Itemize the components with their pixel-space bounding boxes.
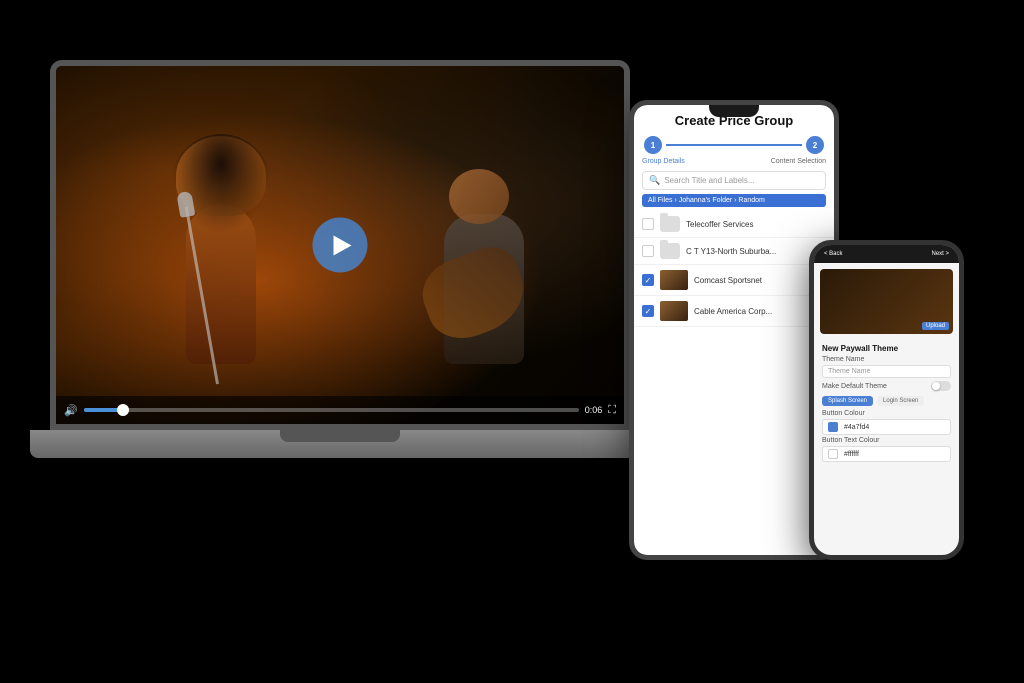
item-1-text: C T Y13-North Suburba... xyxy=(686,247,776,256)
theme-name-input[interactable]: Theme Name xyxy=(822,365,951,378)
tablet-notch xyxy=(709,105,759,117)
checkbox-0[interactable] xyxy=(642,218,654,230)
theme-name-label: Theme Name xyxy=(814,355,959,364)
laptop-screen-outer: 🔊 0:06 ⛶ xyxy=(50,60,630,430)
button-text-color-label: Button Text Colour xyxy=(814,436,959,445)
make-default-label: Make Default Theme xyxy=(822,383,887,390)
checkbox-3[interactable]: ✓ xyxy=(642,305,654,317)
upload-label[interactable]: Upload xyxy=(922,322,949,330)
fullscreen-icon[interactable]: ⛶ xyxy=(608,404,616,417)
steps-indicator: 1 2 xyxy=(634,132,834,158)
step-1-circle: 1 xyxy=(644,136,662,154)
checkbox-2[interactable]: ✓ xyxy=(642,274,654,286)
back-label[interactable]: < Back xyxy=(824,251,843,257)
search-placeholder: Search Title and Labels... xyxy=(664,176,754,185)
video-thumbnail-3 xyxy=(660,301,688,321)
list-item[interactable]: ✓ Cable America Corp... xyxy=(634,296,834,327)
phone-thumbnail-area: Upload xyxy=(820,269,953,334)
video-content: 🔊 0:06 ⛶ xyxy=(56,66,624,424)
progress-bar[interactable] xyxy=(84,408,579,412)
step-labels: Group Details Content Selection xyxy=(634,158,834,169)
folder-icon xyxy=(660,216,680,232)
search-icon: 🔍 xyxy=(649,175,660,186)
progress-dot xyxy=(117,404,129,416)
list-item[interactable]: C T Y13-North Suburba... xyxy=(634,238,834,265)
item-3-text: Cable America Corp... xyxy=(694,307,772,316)
button-color-text: #4a7fd4 xyxy=(844,424,869,431)
video-thumbnail-2 xyxy=(660,270,688,290)
laptop-device: 🔊 0:06 ⛶ xyxy=(50,60,630,480)
make-default-row: Make Default Theme xyxy=(814,379,959,393)
singer-figure xyxy=(156,144,286,364)
checkbox-1[interactable] xyxy=(642,245,654,257)
guitarist-head xyxy=(449,169,509,224)
search-bar[interactable]: 🔍 Search Title and Labels... xyxy=(642,171,826,190)
laptop-notch xyxy=(280,430,400,442)
make-default-toggle[interactable] xyxy=(931,381,951,391)
new-paywall-theme-title: New Paywall Theme xyxy=(814,340,959,355)
splash-screen-tab[interactable]: Splash Screen xyxy=(822,396,873,406)
item-0-text: Telecoffer Services xyxy=(686,220,753,229)
next-label[interactable]: Next > xyxy=(931,251,949,257)
phone-device: < Back Next > Upload New Paywall Theme T… xyxy=(809,240,964,560)
button-color-swatch xyxy=(828,422,838,432)
checkmark-icon: ✓ xyxy=(645,307,652,316)
phone-notch xyxy=(862,245,912,257)
login-screen-tab[interactable]: Login Screen xyxy=(877,396,924,406)
video-controls: 🔊 0:06 ⛶ xyxy=(56,396,624,424)
main-scene: 🔊 0:06 ⛶ Create Price Group xyxy=(0,0,1024,683)
laptop-base xyxy=(30,430,650,458)
folder-icon xyxy=(660,243,680,259)
tablet-device: Create Price Group 1 2 Group Details Con… xyxy=(629,100,839,560)
phone-screen: < Back Next > Upload New Paywall Theme T… xyxy=(814,245,959,555)
button-text-color-value: #ffffff xyxy=(822,446,951,462)
item-2-text: Comcast Sportsnet xyxy=(694,276,762,285)
button-text-color-swatch xyxy=(828,449,838,459)
step-2-label: Content Selection xyxy=(771,158,826,165)
button-color-label: Button Colour xyxy=(814,409,959,418)
step-line xyxy=(666,144,802,146)
toggle-knob xyxy=(932,382,940,390)
volume-icon[interactable]: 🔊 xyxy=(64,404,78,417)
button-text-color-text: #ffffff xyxy=(844,451,859,458)
play-button[interactable] xyxy=(313,218,368,273)
screen-tabs: Splash Screen Login Screen xyxy=(814,393,959,409)
list-item[interactable]: Telecoffer Services xyxy=(634,211,834,238)
step-2-circle: 2 xyxy=(806,136,824,154)
step-1-label: Group Details xyxy=(642,158,685,165)
guitarist-figure xyxy=(424,164,544,364)
time-display: 0:06 xyxy=(585,405,603,415)
laptop-screen-inner: 🔊 0:06 ⛶ xyxy=(56,66,624,424)
list-item[interactable]: ✓ Comcast Sportsnet xyxy=(634,265,834,296)
breadcrumb: All Files › Johanna's Folder › Random xyxy=(642,194,826,207)
checkmark-icon: ✓ xyxy=(645,276,652,285)
play-icon xyxy=(333,235,351,255)
button-color-value: #4a7fd4 xyxy=(822,419,951,435)
tablet-screen: Create Price Group 1 2 Group Details Con… xyxy=(634,105,834,555)
